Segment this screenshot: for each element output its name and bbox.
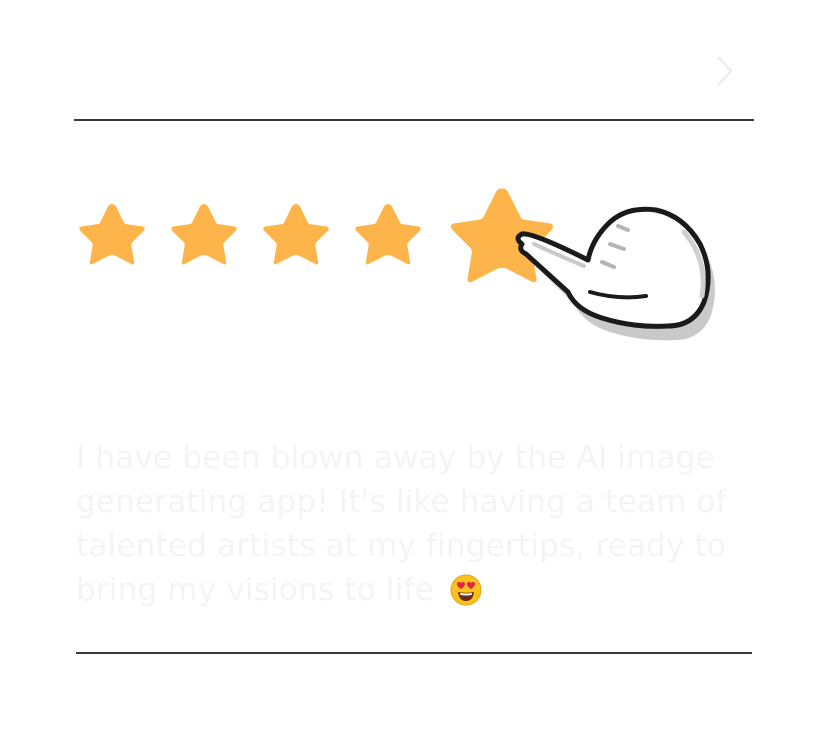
- star-4-icon[interactable]: [354, 200, 422, 268]
- star-2-icon[interactable]: [170, 200, 238, 268]
- star-3-icon[interactable]: [262, 200, 330, 268]
- heart-eyes-emoji-icon: [450, 574, 482, 606]
- review-text: I have been blown away by the AI image g…: [76, 440, 727, 608]
- star-rating: [0, 0, 828, 360]
- pointing-hand-icon: [508, 196, 718, 342]
- review-screen: I have been blown away by the AI image g…: [0, 0, 828, 730]
- bottom-divider: [76, 652, 752, 654]
- star-1-icon[interactable]: [78, 200, 146, 268]
- review-text-block: I have been blown away by the AI image g…: [76, 436, 756, 612]
